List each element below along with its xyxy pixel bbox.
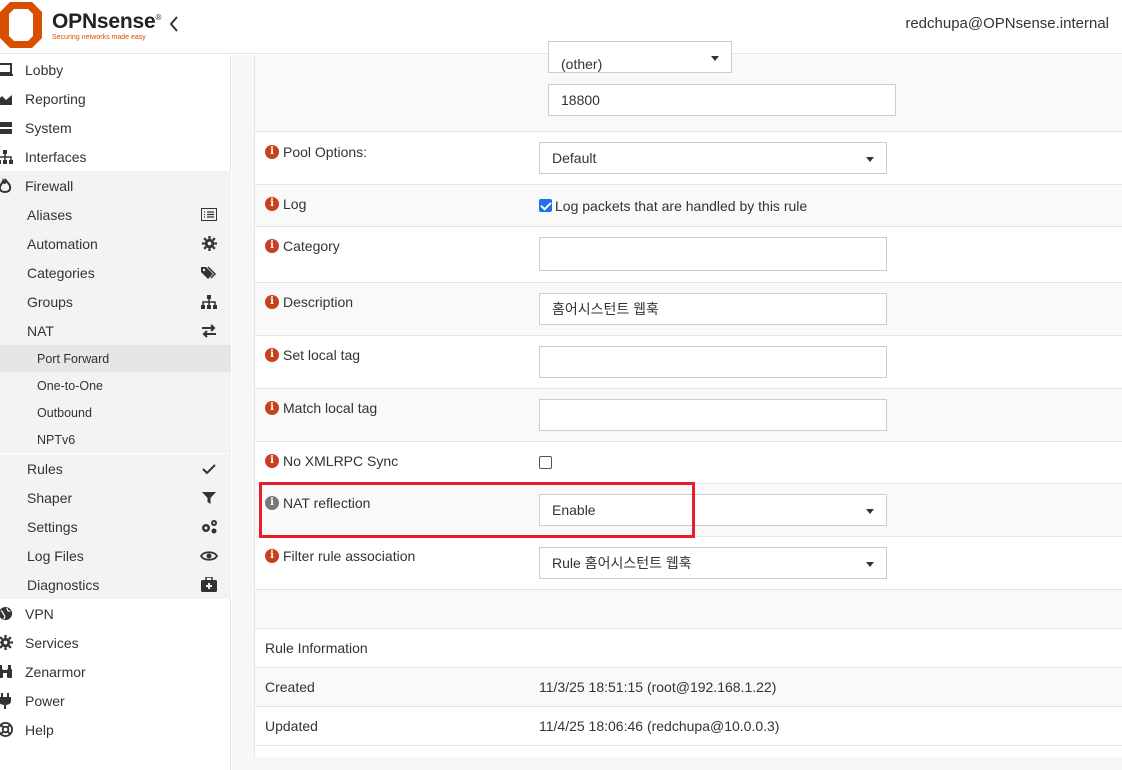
info-icon[interactable]: i xyxy=(265,145,279,159)
description-input[interactable]: 홈어시스턴트 웹훅 xyxy=(539,293,887,325)
nat-reflection-select[interactable]: Enable xyxy=(539,494,887,526)
no-xmlrpc-checkbox[interactable] xyxy=(539,456,552,469)
medkit-icon xyxy=(200,576,218,594)
port-input[interactable]: 18800 xyxy=(548,84,896,116)
sidebar-item-log-files[interactable]: Log Files xyxy=(0,541,231,570)
server-icon xyxy=(0,120,13,136)
info-icon[interactable]: i xyxy=(265,401,279,415)
info-icon[interactable]: i xyxy=(265,197,279,211)
info-icon[interactable]: i xyxy=(265,454,279,468)
pool-options-select[interactable]: Default xyxy=(539,142,887,174)
brand-name: OPNsense® xyxy=(52,10,162,33)
set-local-tag-input[interactable] xyxy=(539,346,887,378)
tags-icon xyxy=(200,264,218,282)
no-xmlrpc-row: i No XMLRPC Sync xyxy=(255,442,1122,484)
sitemap-icon xyxy=(0,149,13,165)
pool-options-row: i Pool Options: Default xyxy=(255,132,1122,185)
brand-tagline: Securing networks made easy xyxy=(52,34,146,41)
sidebar-item-zenarmor[interactable]: Zenarmor xyxy=(0,657,231,686)
filter-rule-association-select[interactable]: Rule 홈어시스턴트 웹훅 xyxy=(539,547,887,579)
spacer-row xyxy=(255,590,1122,629)
filter-rule-association-row: i Filter rule association Rule 홈어시스턴트 웹훅 xyxy=(255,537,1122,590)
sidebar-item-lobby[interactable]: Lobby xyxy=(0,55,231,84)
sidebar-item-nat[interactable]: NAT xyxy=(0,316,231,345)
sidebar-item-categories[interactable]: Categories xyxy=(0,258,231,287)
info-icon[interactable]: i xyxy=(265,496,279,510)
sidebar-item-reporting[interactable]: Reporting xyxy=(0,84,231,113)
sidebar-item-one-to-one[interactable]: One-to-One xyxy=(0,372,231,399)
sidebar-item-interfaces[interactable]: Interfaces xyxy=(0,142,231,171)
logo[interactable]: OPNsense® Securing networks made easy xyxy=(0,0,162,54)
sidebar-item-help[interactable]: Help xyxy=(0,715,231,744)
updated-row: Updated 11/4/25 18:06:46 (redchupa@10.0.… xyxy=(255,707,1122,746)
sidebar-item-rules[interactable]: Rules xyxy=(0,454,231,483)
port-select[interactable]: (other) xyxy=(548,41,732,73)
check-icon xyxy=(200,460,218,478)
user-account[interactable]: redchupa@OPNsense.internal xyxy=(905,15,1109,32)
laptop-icon xyxy=(0,62,13,78)
sidebar-item-power[interactable]: Power xyxy=(0,686,231,715)
sidebar-item-diagnostics[interactable]: Diagnostics xyxy=(0,570,231,599)
sitemap-icon xyxy=(200,293,218,311)
category-input[interactable] xyxy=(539,237,887,271)
sidebar: Lobby Reporting System Interfaces Firewa… xyxy=(0,55,231,770)
sidebar-item-services[interactable]: Services xyxy=(0,628,231,657)
main-content: (other) 18800 i Pool Options: Default i Lo… xyxy=(232,41,1122,770)
sidebar-item-port-forward[interactable]: Port Forward xyxy=(0,345,231,372)
match-local-tag-input[interactable] xyxy=(539,399,887,431)
fire-icon xyxy=(0,177,13,194)
sidebar-item-groups[interactable]: Groups xyxy=(0,287,231,316)
eye-icon xyxy=(200,547,218,565)
area-chart-icon xyxy=(0,91,13,107)
cog-icon xyxy=(0,635,13,651)
sidebar-item-aliases[interactable]: Aliases xyxy=(0,200,231,229)
log-checkbox[interactable] xyxy=(539,199,552,212)
log-row: i Log Log packets that are handled by thi… xyxy=(255,185,1122,227)
description-row: i Description 홈어시스턴트 웹훅 xyxy=(255,283,1122,336)
nat-reflection-row: i NAT reflection Enable xyxy=(255,484,1122,537)
globe-icon xyxy=(0,606,13,622)
info-icon[interactable]: i xyxy=(265,295,279,309)
sidebar-item-automation[interactable]: Automation xyxy=(0,229,231,258)
sidebar-item-firewall[interactable]: Firewall xyxy=(0,171,231,200)
exchange-icon xyxy=(200,322,218,340)
collapse-sidebar-icon[interactable] xyxy=(168,14,186,38)
gears-icon xyxy=(200,518,218,536)
info-icon[interactable]: i xyxy=(265,348,279,362)
sidebar-item-shaper[interactable]: Shaper xyxy=(0,483,231,512)
sidebar-item-settings[interactable]: Settings xyxy=(0,512,231,541)
sidebar-item-nptv6[interactable]: NPTv6 xyxy=(0,426,231,453)
category-row: i Category xyxy=(255,227,1122,283)
sidebar-item-vpn[interactable]: VPN xyxy=(0,599,231,628)
help-icon xyxy=(0,722,13,738)
info-icon[interactable]: i xyxy=(265,239,279,253)
list-icon xyxy=(200,206,218,224)
destination-port-row: (other) 18800 xyxy=(255,41,1122,132)
info-icon[interactable]: i xyxy=(265,549,279,563)
opnsense-logo-icon xyxy=(0,2,42,48)
created-row: Created 11/3/25 18:51:15 (root@192.168.1… xyxy=(255,668,1122,707)
sidebar-item-system[interactable]: System xyxy=(0,113,231,142)
plug-icon xyxy=(0,692,13,709)
sidebar-item-outbound[interactable]: Outbound xyxy=(0,399,231,426)
rule-edit-form: (other) 18800 i Pool Options: Default i Lo… xyxy=(254,41,1122,757)
binoculars-icon xyxy=(0,664,13,680)
rule-information-header: Rule Information xyxy=(255,629,1122,668)
gear-icon xyxy=(200,235,218,253)
match-local-tag-row: i Match local tag xyxy=(255,389,1122,442)
set-local-tag-row: i Set local tag xyxy=(255,336,1122,389)
filter-icon xyxy=(200,489,218,507)
